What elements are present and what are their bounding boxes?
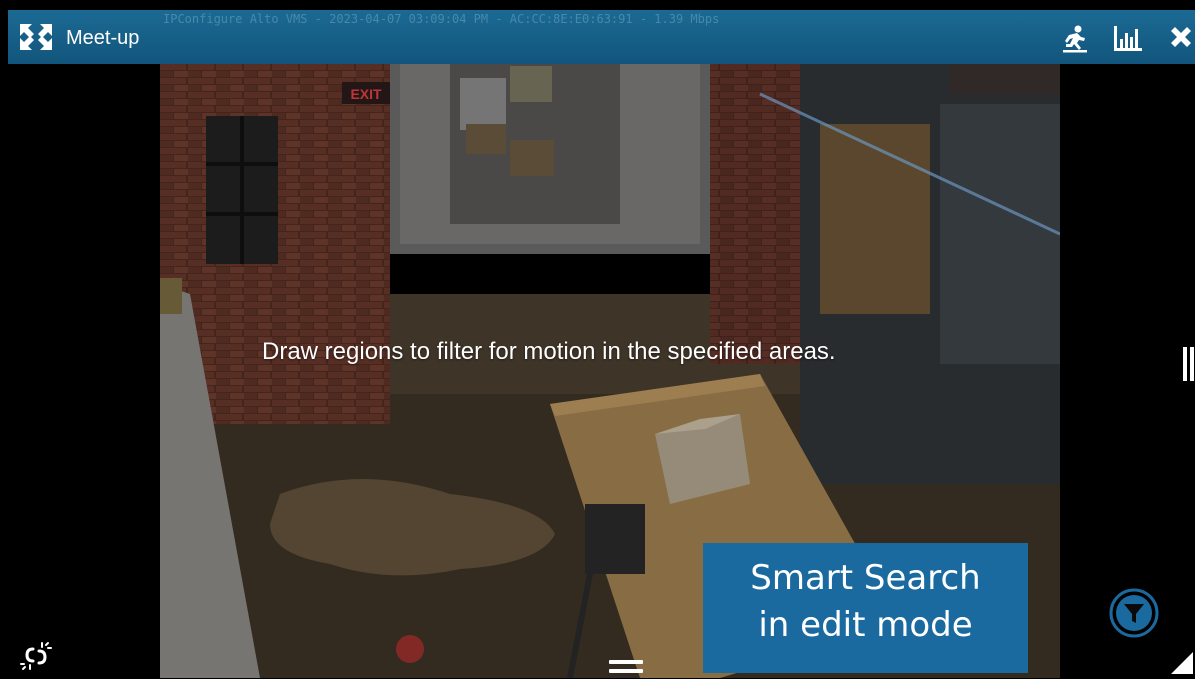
video-overlay-text: IPConfigure Alto VMS - 2023-04-07 03:09:… [163, 12, 720, 26]
camera-titlebar: Meet-up IPConfigure Alto VMS - 2023-04-0… [8, 10, 1195, 64]
bar-chart-icon[interactable] [1112, 24, 1144, 54]
smart-search-instruction: Draw regions to filter for motion in the… [262, 338, 836, 365]
close-icon[interactable] [1168, 24, 1194, 50]
camera-video-feed[interactable]: EXIT [160, 64, 1060, 678]
hamburger-icon[interactable] [609, 660, 643, 674]
resize-corner-icon[interactable] [1171, 652, 1193, 674]
broken-link-icon[interactable] [20, 640, 52, 672]
running-figure-icon[interactable] [1060, 24, 1090, 54]
side-panel-handle[interactable] [1183, 347, 1195, 381]
smart-search-callout: Smart Search in edit mode [703, 543, 1028, 673]
camera-title: Meet-up [66, 27, 140, 49]
filter-funnel-icon [1109, 588, 1159, 638]
callout-line-1: Smart Search [750, 558, 981, 598]
filter-button[interactable] [1105, 584, 1163, 642]
expand-arrows-icon[interactable] [18, 22, 54, 52]
callout-line-2: in edit mode [758, 605, 973, 645]
